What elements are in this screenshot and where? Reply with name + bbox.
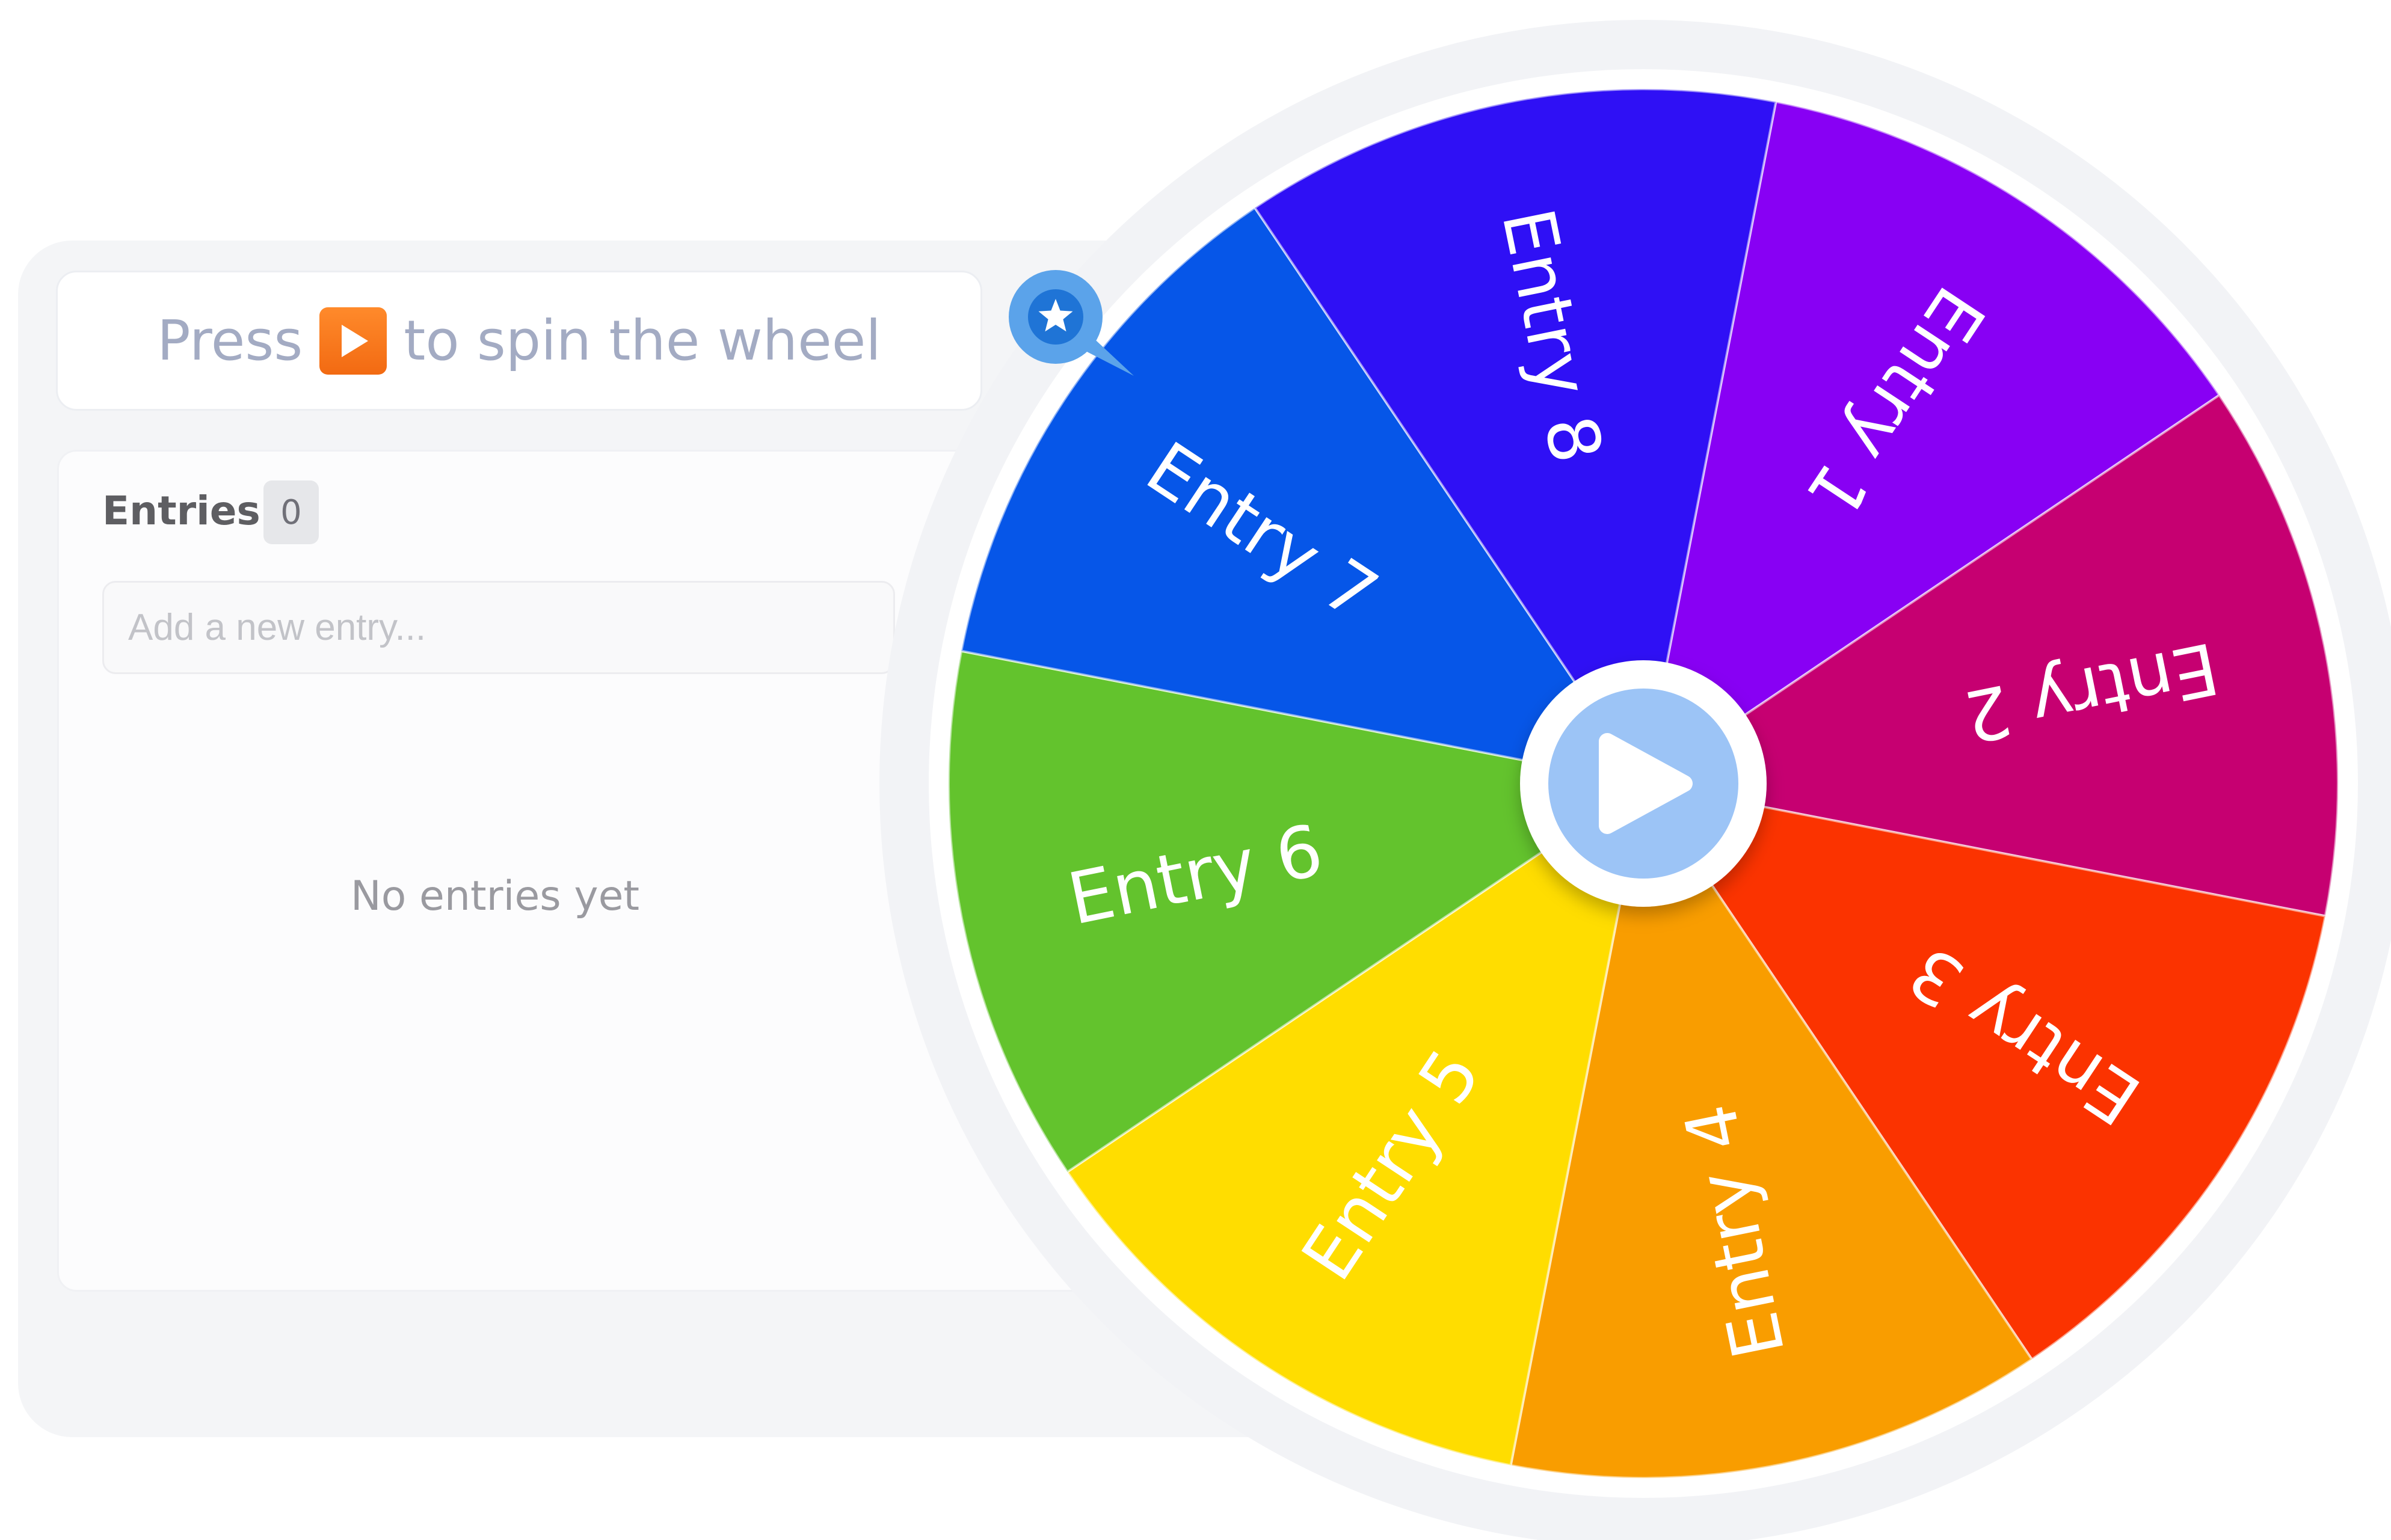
wheel-spinner-app: Press to spin the wheel Entries 0 No ent… — [0, 0, 2391, 1540]
spin-button[interactable] — [1520, 660, 1767, 907]
wheel: Entry 1Entry 2Entry 3Entry 4Entry 5Entry… — [879, 20, 2391, 1540]
